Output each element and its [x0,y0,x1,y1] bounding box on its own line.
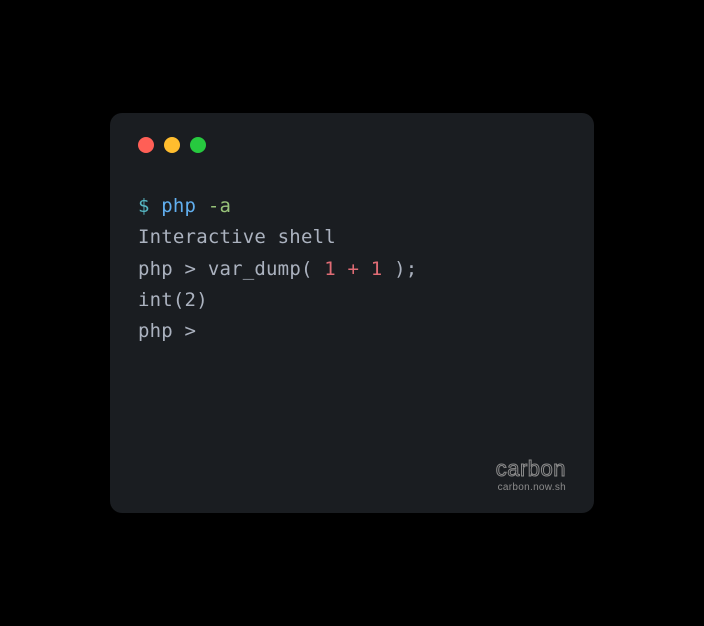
code-line-5: int(2) [138,285,566,316]
traffic-lights [138,137,566,153]
watermark: carbon carbon.now.sh [496,458,566,493]
php-prompt: php > [138,258,208,280]
var-dump-close: ); [382,258,417,280]
code-block: $ php -a Interactive shell php > var_dum… [138,191,566,348]
code-line-2: Interactive shell [138,222,566,253]
var-dump-open: var_dump( [208,258,324,280]
close-icon[interactable] [138,137,154,153]
maximize-icon[interactable] [190,137,206,153]
shell-prompt: $ [138,195,161,217]
command-php: php [161,195,208,217]
code-line-1: $ php -a [138,191,566,222]
plus-operator: + [348,258,360,280]
minimize-icon[interactable] [164,137,180,153]
code-line-6: php > [138,316,566,347]
watermark-url: carbon.now.sh [496,482,566,493]
number-literal: 1 [324,258,336,280]
code-window: $ php -a Interactive shell php > var_dum… [110,113,594,513]
number-literal: 1 [371,258,383,280]
code-line-4: php > var_dump( 1 + 1 ); [138,254,566,285]
watermark-title: carbon [496,458,566,480]
flag-a: -a [208,195,231,217]
